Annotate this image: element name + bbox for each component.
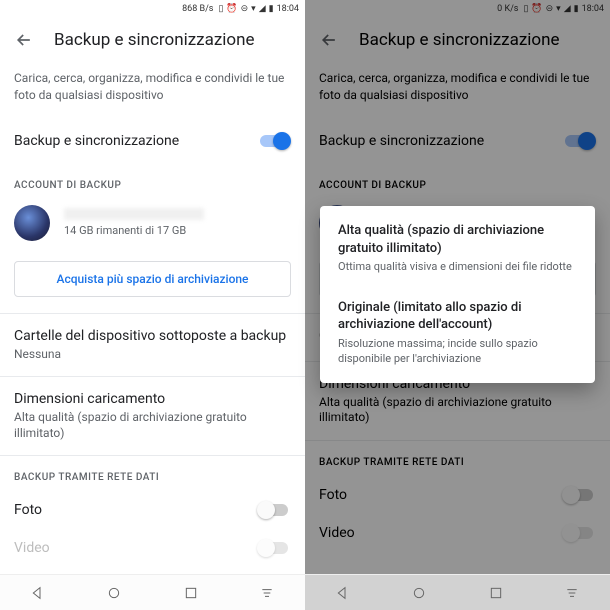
nav-drawer-icon[interactable] bbox=[564, 585, 580, 601]
wifi-icon: ▾ bbox=[251, 4, 256, 14]
cellular-photos-label: Foto bbox=[14, 502, 42, 518]
device-folders-sub: Nessuna bbox=[14, 347, 291, 363]
cellular-video-label: Video bbox=[319, 525, 355, 541]
alarm-icon: ⏰ bbox=[226, 4, 237, 14]
backup-toggle-row[interactable]: Backup e sincronizzazione bbox=[0, 118, 305, 164]
upload-size-sub: Alta qualità (spazio di archiviazione gr… bbox=[319, 395, 596, 426]
battery-icon: ▮ bbox=[269, 4, 274, 14]
nav-back-icon[interactable] bbox=[30, 585, 46, 601]
backup-toggle-label: Backup e sincronizzazione bbox=[14, 133, 179, 149]
app-header: Backup e sincronizzazione bbox=[0, 18, 305, 60]
cellular-video-toggle bbox=[562, 524, 596, 542]
section-account: ACCOUNT DI BACKUP bbox=[0, 164, 305, 199]
clock: 18:04 bbox=[277, 4, 299, 14]
signal-icon: ◢ bbox=[564, 4, 571, 14]
nav-recent-icon[interactable] bbox=[488, 585, 504, 601]
signal-icon: ◢ bbox=[259, 4, 266, 14]
backup-toggle-label: Backup e sincronizzazione bbox=[319, 133, 484, 149]
dialog-option-high-quality[interactable]: Alta qualità (spazio di archiviazione gr… bbox=[320, 210, 595, 287]
nav-recent-icon[interactable] bbox=[183, 585, 199, 601]
screen-right: 0 K/s ▯ ⏰ ⊝ ▾ ◢ ▮ 18:04 Backup e sincron… bbox=[305, 0, 610, 610]
dialog-option-sub: Risoluzione massima; incide sullo spazio… bbox=[338, 337, 577, 367]
device-folders-row[interactable]: Cartelle del dispositivo sottoposte a ba… bbox=[0, 314, 305, 377]
wifi-icon: ▾ bbox=[556, 4, 561, 14]
dialog-option-original[interactable]: Originale (limitato allo spazio di archi… bbox=[320, 287, 595, 379]
network-speed: 868 B/s bbox=[182, 4, 213, 14]
section-cellular: BACKUP TRAMITE RETE DATI bbox=[305, 441, 610, 476]
cellular-photos-toggle[interactable] bbox=[257, 501, 291, 519]
section-account: ACCOUNT DI BACKUP bbox=[305, 164, 610, 199]
upload-size-title: Dimensioni caricamento bbox=[14, 391, 291, 407]
cellular-video-row[interactable]: Video bbox=[305, 514, 610, 552]
section-cellular: BACKUP TRAMITE RETE DATI bbox=[0, 456, 305, 491]
device-folders-title: Cartelle del dispositivo sottoposte a ba… bbox=[14, 328, 291, 344]
status-bar: 0 K/s ▯ ⏰ ⊝ ▾ ◢ ▮ 18:04 bbox=[305, 0, 610, 18]
backup-toggle-switch[interactable] bbox=[257, 132, 291, 150]
app-header: Backup e sincronizzazione bbox=[305, 18, 610, 60]
nav-drawer-icon[interactable] bbox=[259, 585, 275, 601]
network-speed: 0 K/s bbox=[497, 4, 518, 14]
cellular-photos-toggle[interactable] bbox=[562, 486, 596, 504]
screen-left: 868 B/s ▯ ⏰ ⊝ ▾ ◢ ▮ 18:04 Backup e sincr… bbox=[0, 0, 305, 610]
buy-storage-button[interactable]: Acquista più spazio di archiviazione bbox=[14, 261, 291, 297]
back-icon[interactable] bbox=[319, 30, 339, 50]
account-row[interactable]: 14 GB rimanenti di 17 GB bbox=[0, 199, 305, 251]
upload-size-row[interactable]: Dimensioni caricamento Alta qualità (spa… bbox=[0, 377, 305, 455]
nav-back-icon[interactable] bbox=[335, 585, 351, 601]
upload-size-sub: Alta qualità (spazio di archiviazione gr… bbox=[14, 410, 291, 441]
vibrate-icon: ▯ bbox=[218, 4, 223, 14]
page-description: Carica, cerca, organizza, modifica e con… bbox=[0, 60, 305, 118]
backup-toggle-row[interactable]: Backup e sincronizzazione bbox=[305, 118, 610, 164]
dnd-icon: ⊝ bbox=[241, 4, 249, 14]
alarm-icon: ⏰ bbox=[531, 4, 542, 14]
dialog-option-sub: Ottima qualità visiva e dimensioni dei f… bbox=[338, 260, 577, 275]
nav-bar bbox=[305, 574, 610, 610]
nav-bar bbox=[0, 574, 305, 610]
clock: 18:04 bbox=[582, 4, 604, 14]
nav-home-icon[interactable] bbox=[411, 585, 427, 601]
cellular-video-toggle bbox=[257, 539, 291, 557]
account-storage: 14 GB rimanenti di 17 GB bbox=[64, 224, 291, 237]
nav-home-icon[interactable] bbox=[106, 585, 122, 601]
dialog-option-title: Alta qualità (spazio di archiviazione gr… bbox=[338, 222, 577, 257]
status-bar: 868 B/s ▯ ⏰ ⊝ ▾ ◢ ▮ 18:04 bbox=[0, 0, 305, 18]
backup-toggle-switch[interactable] bbox=[562, 132, 596, 150]
cellular-video-row[interactable]: Video bbox=[0, 529, 305, 567]
cellular-video-label: Video bbox=[14, 540, 50, 556]
cellular-photos-label: Foto bbox=[319, 487, 347, 503]
upload-size-dialog: Alta qualità (spazio di archiviazione gr… bbox=[320, 206, 595, 383]
back-icon[interactable] bbox=[14, 30, 34, 50]
cellular-photos-row[interactable]: Foto bbox=[0, 491, 305, 529]
page-title: Backup e sincronizzazione bbox=[54, 30, 255, 50]
page-title: Backup e sincronizzazione bbox=[359, 30, 560, 50]
cellular-photos-row[interactable]: Foto bbox=[305, 476, 610, 514]
avatar bbox=[14, 205, 50, 241]
account-email bbox=[64, 208, 204, 220]
dnd-icon: ⊝ bbox=[546, 4, 554, 14]
page-description: Carica, cerca, organizza, modifica e con… bbox=[305, 60, 610, 118]
vibrate-icon: ▯ bbox=[523, 4, 528, 14]
battery-icon: ▮ bbox=[574, 4, 579, 14]
dialog-option-title: Originale (limitato allo spazio di archi… bbox=[338, 299, 577, 334]
